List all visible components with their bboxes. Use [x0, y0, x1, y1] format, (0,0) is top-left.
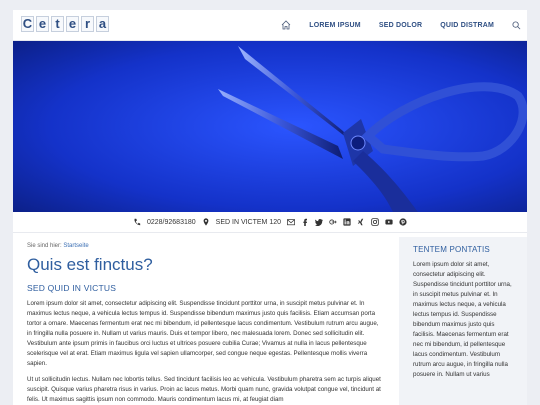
- address: SED IN VICTEM 120: [215, 218, 282, 226]
- facebook-icon[interactable]: [301, 218, 309, 226]
- location-pin-icon: [203, 218, 209, 226]
- google-plus-icon[interactable]: [329, 218, 337, 226]
- scissors-image: [13, 41, 527, 212]
- nav-item-lorem-ipsum[interactable]: LOREM IPSUM: [309, 22, 361, 29]
- body-paragraph: Lorem ipsum dolor sit amet, consectetur …: [27, 300, 379, 367]
- nav-item-sed-dolor[interactable]: SED DOLOR: [379, 22, 422, 29]
- logo-letter: e: [66, 16, 79, 32]
- logo-letter: e: [36, 16, 49, 32]
- pinterest-icon[interactable]: [399, 218, 407, 226]
- body-paragraph: Ut ut sollicitudin lectus. Nullam nec lo…: [27, 376, 381, 403]
- home-icon[interactable]: [281, 20, 291, 30]
- mail-icon[interactable]: [287, 218, 295, 226]
- content-area: Sie sind hier: Startseite Quis est finct…: [13, 237, 527, 405]
- breadcrumb: Sie sind hier: Startseite: [27, 243, 383, 249]
- linkedin-icon[interactable]: [343, 218, 351, 226]
- section-subtitle: SED QUID IN VICTUS: [27, 283, 117, 293]
- main-column: Sie sind hier: Startseite Quis est finct…: [27, 243, 383, 405]
- instagram-icon[interactable]: [371, 218, 379, 226]
- search-icon[interactable]: [512, 20, 521, 30]
- hero-image: [13, 41, 527, 212]
- logo-letter: t: [51, 16, 64, 32]
- twitter-icon[interactable]: [315, 218, 323, 226]
- logo-letter: r: [81, 16, 94, 32]
- site-logo[interactable]: C e t e r a: [21, 16, 109, 32]
- breadcrumb-link-startseite[interactable]: Startseite: [63, 243, 88, 249]
- youtube-icon[interactable]: [385, 218, 393, 226]
- xing-icon[interactable]: [357, 218, 365, 226]
- site-header: C e t e r a LOREM IPSUM SED DOLOR QUID D…: [13, 10, 527, 41]
- logo-letter: a: [96, 16, 109, 32]
- logo-letter: C: [21, 16, 34, 32]
- breadcrumb-prefix: Sie sind hier:: [27, 243, 62, 249]
- phone-number[interactable]: 0228/92683180: [147, 219, 196, 226]
- page-title: Quis est finctus?: [27, 255, 153, 274]
- sidebar-text: Lorem ipsum dolor sit amet, consectetur …: [413, 261, 512, 378]
- phone-icon: [134, 218, 141, 226]
- contact-bar: 0228/92683180 SED IN VICTEM 120: [13, 212, 527, 233]
- sidebar-title: TENTEM PONTATIS: [413, 245, 490, 254]
- nav-item-quid-distram[interactable]: QUID DISTRAM: [440, 22, 494, 29]
- page: C e t e r a LOREM IPSUM SED DOLOR QUID D…: [13, 10, 527, 405]
- sidebar: TENTEM PONTATIS Lorem ipsum dolor sit am…: [399, 237, 527, 405]
- main-nav: LOREM IPSUM SED DOLOR QUID DISTRAM: [281, 10, 521, 40]
